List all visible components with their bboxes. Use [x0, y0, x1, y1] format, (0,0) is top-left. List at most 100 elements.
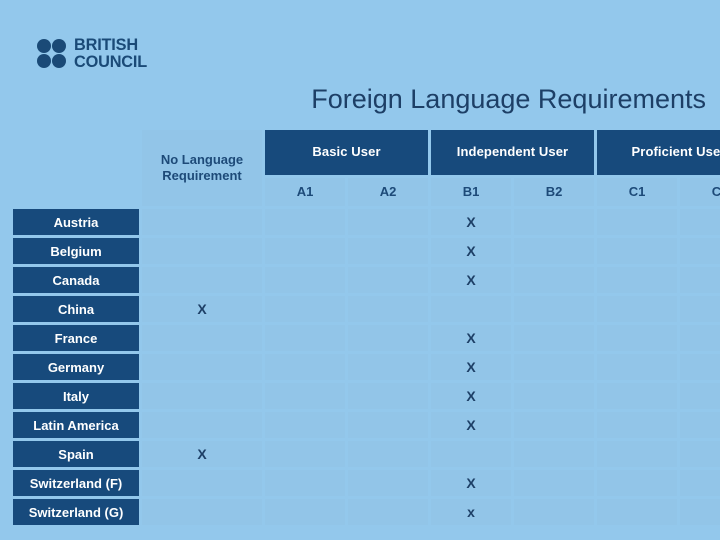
table-row: Canada X	[13, 267, 720, 293]
requirement-cell[interactable]: X	[431, 238, 511, 264]
requirement-cell[interactable]	[680, 470, 720, 496]
country-label: Germany	[13, 354, 139, 380]
requirement-cell[interactable]	[142, 238, 262, 264]
requirement-cell[interactable]: X	[431, 267, 511, 293]
requirement-cell[interactable]	[348, 470, 428, 496]
requirement-cell[interactable]	[514, 238, 594, 264]
requirement-cell[interactable]	[597, 296, 677, 322]
table-row: Switzerland (F) X	[13, 470, 720, 496]
requirement-cell[interactable]	[680, 441, 720, 467]
requirement-cell[interactable]	[680, 499, 720, 525]
logo-dots-icon	[37, 39, 66, 69]
requirement-cell[interactable]	[431, 441, 511, 467]
header-level-c1: C1	[597, 177, 677, 206]
country-label: Belgium	[13, 238, 139, 264]
requirement-cell[interactable]	[597, 238, 677, 264]
requirement-cell[interactable]	[348, 354, 428, 380]
requirement-cell[interactable]	[265, 325, 345, 351]
logo-wordmark: BRITISH COUNCIL	[74, 36, 150, 70]
requirement-cell[interactable]	[348, 412, 428, 438]
requirement-cell[interactable]	[680, 383, 720, 409]
requirement-cell[interactable]	[265, 499, 345, 525]
requirement-cell[interactable]	[514, 412, 594, 438]
requirement-cell[interactable]	[348, 296, 428, 322]
requirement-cell[interactable]	[265, 470, 345, 496]
country-label: China	[13, 296, 139, 322]
requirement-cell[interactable]: X	[431, 383, 511, 409]
requirement-cell[interactable]	[597, 470, 677, 496]
requirement-cell[interactable]	[680, 412, 720, 438]
requirement-cell[interactable]	[348, 383, 428, 409]
header-group-basic-user: Basic User	[265, 130, 428, 175]
requirement-cell[interactable]	[597, 209, 677, 235]
requirement-cell[interactable]	[348, 267, 428, 293]
requirement-cell[interactable]	[348, 238, 428, 264]
british-council-logo: BRITISH COUNCIL	[37, 36, 150, 70]
requirement-cell[interactable]	[431, 296, 511, 322]
requirement-cell[interactable]: X	[431, 470, 511, 496]
requirement-cell[interactable]	[597, 499, 677, 525]
requirement-cell[interactable]	[514, 267, 594, 293]
requirement-cell[interactable]	[265, 441, 345, 467]
requirement-cell[interactable]: x	[431, 499, 511, 525]
table-row: Germany X	[13, 354, 720, 380]
requirement-cell[interactable]	[142, 267, 262, 293]
requirement-cell[interactable]	[265, 296, 345, 322]
requirement-cell[interactable]: X	[431, 325, 511, 351]
header-level-b1: B1	[431, 177, 511, 206]
header-level-a2: A2	[348, 177, 428, 206]
requirement-cell[interactable]	[680, 209, 720, 235]
requirement-cell[interactable]	[597, 383, 677, 409]
requirement-cell[interactable]	[597, 441, 677, 467]
requirement-cell[interactable]: X	[431, 354, 511, 380]
country-label: Italy	[13, 383, 139, 409]
requirement-cell[interactable]	[597, 354, 677, 380]
table-row: Austria X	[13, 209, 720, 235]
requirement-cell[interactable]	[142, 209, 262, 235]
requirement-cell[interactable]	[142, 354, 262, 380]
header-group-independent-user: Independent User	[431, 130, 594, 175]
requirement-cell[interactable]	[142, 325, 262, 351]
requirement-cell[interactable]	[597, 412, 677, 438]
header-no-language-requirement: No Language Requirement	[142, 130, 262, 206]
requirement-cell[interactable]: X	[431, 412, 511, 438]
requirement-cell[interactable]	[514, 209, 594, 235]
country-label: Canada	[13, 267, 139, 293]
header-level-c2: C2	[680, 177, 720, 206]
requirement-cell[interactable]	[265, 267, 345, 293]
requirement-cell[interactable]	[265, 354, 345, 380]
requirement-cell[interactable]	[265, 238, 345, 264]
requirement-cell[interactable]	[265, 383, 345, 409]
requirement-cell[interactable]	[680, 238, 720, 264]
requirement-cell[interactable]	[680, 325, 720, 351]
requirement-cell[interactable]	[680, 267, 720, 293]
requirement-cell[interactable]	[514, 470, 594, 496]
requirement-cell[interactable]	[514, 354, 594, 380]
requirement-cell[interactable]	[348, 441, 428, 467]
requirement-cell[interactable]	[265, 209, 345, 235]
requirement-cell[interactable]	[514, 499, 594, 525]
requirement-cell[interactable]	[142, 470, 262, 496]
requirement-cell[interactable]	[597, 325, 677, 351]
requirement-cell[interactable]	[265, 412, 345, 438]
table-row: Belgium X	[13, 238, 720, 264]
requirement-cell[interactable]	[348, 499, 428, 525]
requirement-cell[interactable]	[142, 412, 262, 438]
requirement-cell[interactable]	[348, 325, 428, 351]
requirement-cell[interactable]	[514, 383, 594, 409]
requirement-cell[interactable]	[514, 296, 594, 322]
requirement-cell[interactable]: X	[142, 441, 262, 467]
requirement-cell[interactable]	[514, 325, 594, 351]
country-label: Switzerland (G)	[13, 499, 139, 525]
table-row: Spain X	[13, 441, 720, 467]
requirement-cell[interactable]	[680, 296, 720, 322]
requirement-cell[interactable]	[348, 209, 428, 235]
requirement-cell[interactable]	[142, 499, 262, 525]
requirement-cell[interactable]	[597, 267, 677, 293]
requirement-cell[interactable]	[680, 354, 720, 380]
requirement-cell[interactable]: X	[142, 296, 262, 322]
requirement-cell[interactable]	[514, 441, 594, 467]
requirement-cell[interactable]	[142, 383, 262, 409]
requirement-cell[interactable]: X	[431, 209, 511, 235]
table-row: China X	[13, 296, 720, 322]
